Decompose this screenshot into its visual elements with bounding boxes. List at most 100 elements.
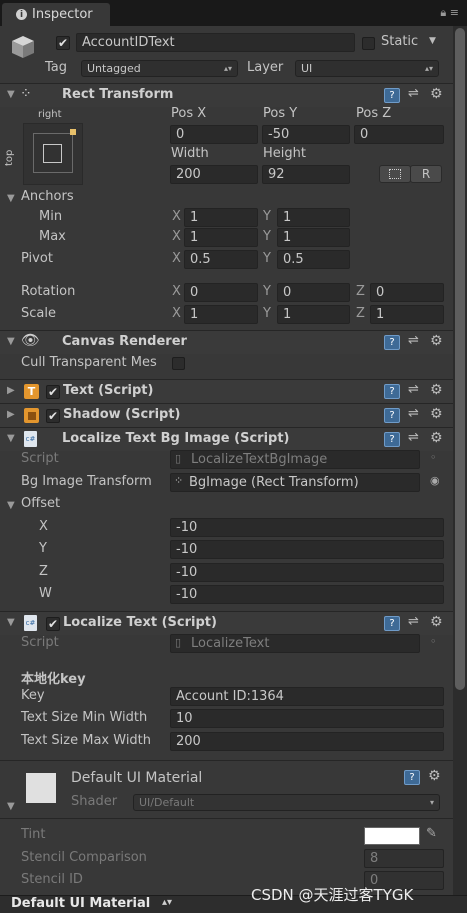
offset-w-label: W (39, 586, 52, 601)
tab-bar: i Inspector 🔒︎ ≡ (0, 0, 467, 26)
rotation-x-field[interactable]: 0 (184, 283, 258, 302)
material-body-separator (0, 818, 453, 819)
localize-text-title: Localize Text (Script) (63, 615, 217, 630)
anchor-min-y-field[interactable]: 1 (277, 208, 350, 227)
preset-icon[interactable]: ⇌ (408, 382, 419, 397)
tab-inspector[interactable]: i Inspector (2, 3, 110, 26)
help-icon[interactable]: ? (384, 335, 400, 350)
key-field[interactable]: Account ID:1364 (170, 687, 444, 706)
object-picker-icon[interactable]: ◦ (430, 635, 437, 648)
scrollbar-thumb[interactable] (455, 28, 465, 690)
localize-bg-title: Localize Text Bg Image (Script) (62, 431, 290, 446)
gear-icon[interactable]: ⚙ (428, 768, 441, 784)
pivot-y-field[interactable]: 0.5 (277, 250, 350, 269)
layer-dropdown[interactable]: UI ▴▾ (295, 60, 439, 77)
raw-edit-button[interactable]: R (410, 165, 442, 183)
offset-fold-icon[interactable]: ▼ (7, 500, 15, 511)
gear-icon[interactable]: ⚙ (430, 430, 443, 446)
scale-z-field[interactable]: 1 (370, 305, 444, 324)
menu-icon[interactable]: ≡ (450, 6, 459, 19)
axis-x-label: X (172, 209, 181, 224)
anchor-max-y-field[interactable]: 1 (277, 228, 350, 247)
gear-icon[interactable]: ⚙ (430, 382, 443, 398)
width-field[interactable]: 200 (170, 165, 258, 184)
preview-dropdown-icon[interactable]: ▴▾ (162, 897, 172, 908)
static-checkbox[interactable] (362, 37, 375, 50)
blueprint-mode-button[interactable] (379, 165, 411, 183)
scale-y-field[interactable]: 1 (277, 305, 350, 324)
text-component-icon: T (24, 384, 39, 399)
fold-arrow-icon[interactable]: ▶ (7, 385, 15, 396)
anchor-max-x-field[interactable]: 1 (184, 228, 258, 247)
preset-icon[interactable]: ⇌ (408, 86, 419, 101)
name-field[interactable]: AccountIDText (76, 33, 355, 52)
help-icon[interactable]: ? (404, 770, 420, 785)
help-icon[interactable]: ? (384, 616, 400, 631)
anchor-preset-button[interactable] (23, 123, 83, 185)
gear-icon[interactable]: ⚙ (430, 333, 443, 349)
offset-x-field[interactable]: -10 (170, 518, 444, 537)
offset-w-field[interactable]: -10 (170, 585, 444, 604)
fold-arrow-icon[interactable]: ▶ (7, 409, 15, 420)
shadow-enabled-checkbox[interactable]: ✔ (46, 409, 60, 423)
text-size-max-field[interactable]: 200 (170, 732, 444, 751)
height-field[interactable]: 92 (262, 165, 350, 184)
help-icon[interactable]: ? (384, 384, 400, 399)
help-icon[interactable]: ? (384, 88, 400, 103)
key-label: Key (21, 688, 45, 703)
fold-arrow-icon[interactable]: ▼ (7, 433, 15, 444)
pos-z-field[interactable]: 0 (354, 125, 444, 144)
pos-y-field[interactable]: -50 (262, 125, 350, 144)
help-icon[interactable]: ? (384, 432, 400, 447)
cull-transparent-checkbox[interactable] (172, 357, 185, 370)
material-fold-icon[interactable]: ▼ (7, 801, 15, 812)
gear-icon[interactable]: ⚙ (430, 406, 443, 422)
fold-arrow-icon[interactable]: ▼ (7, 336, 15, 347)
rotation-z-field[interactable]: 0 (370, 283, 444, 302)
text-size-min-field[interactable]: 10 (170, 709, 444, 728)
info-icon: i (16, 9, 27, 20)
rotation-label: Rotation (21, 284, 76, 299)
pivot-x-field[interactable]: 0.5 (184, 250, 258, 269)
scale-x-field[interactable]: 1 (184, 305, 258, 324)
localize-text-enabled-checkbox[interactable]: ✔ (46, 617, 60, 631)
axis-z-label: Z (356, 284, 365, 299)
material-preview (26, 773, 56, 803)
pos-x-field[interactable]: 0 (170, 125, 258, 144)
fold-arrow-icon[interactable]: ▼ (7, 617, 15, 628)
localize-text-header[interactable]: ▼ c# ✔ Localize Text (Script) ? ⇌ ⚙ (0, 611, 453, 635)
axis-x-label: X (172, 306, 181, 321)
help-icon[interactable]: ? (384, 408, 400, 423)
anchor-h-label: right (38, 109, 62, 120)
preset-icon[interactable]: ⇌ (408, 333, 419, 348)
static-dropdown-arrow-icon[interactable]: ▼ (429, 36, 436, 46)
object-picker-icon[interactable]: ◉ (430, 474, 440, 487)
axis-y-label: Y (263, 209, 271, 224)
preset-icon[interactable]: ⇌ (408, 614, 419, 629)
bg-image-transform-field[interactable]: BgImage (Rect Transform) (170, 473, 420, 492)
gear-icon[interactable]: ⚙ (430, 86, 443, 102)
shadow-script-header[interactable]: ▶ ✔ Shadow (Script) ? ⇌ ⚙ (0, 403, 453, 427)
offset-y-field[interactable]: -10 (170, 540, 444, 559)
fold-arrow-icon[interactable]: ▼ (7, 89, 15, 100)
anchor-min-x-field[interactable]: 1 (184, 208, 258, 227)
active-checkbox[interactable]: ✔ (56, 36, 70, 50)
rotation-y-field[interactable]: 0 (277, 283, 350, 302)
tag-dropdown[interactable]: Untagged ▴▾ (81, 60, 238, 77)
script-field: LocalizeTextBgImage (170, 450, 420, 469)
canvas-renderer-header[interactable]: ▼ 👁︎ Canvas Renderer ? ⇌ ⚙ (0, 330, 453, 354)
tab-options[interactable]: 🔒︎ ≡ (440, 6, 459, 20)
canvas-renderer-title: Canvas Renderer (62, 334, 187, 349)
lock-icon[interactable]: 🔒︎ (440, 6, 446, 19)
pivot-label: Pivot (21, 251, 53, 266)
text-enabled-checkbox[interactable]: ✔ (46, 385, 60, 399)
text-script-header[interactable]: ▶ T ✔ Text (Script) ? ⇌ ⚙ (0, 379, 453, 403)
preset-icon[interactable]: ⇌ (408, 430, 419, 445)
offset-z-field[interactable]: -10 (170, 563, 444, 582)
rect-transform-header[interactable]: ▼ ⁘ Rect Transform ? ⇌ ⚙ (0, 83, 453, 107)
gear-icon[interactable]: ⚙ (430, 614, 443, 630)
preset-icon[interactable]: ⇌ (408, 406, 419, 421)
localize-bg-header[interactable]: ▼ c# Localize Text Bg Image (Script) ? ⇌… (0, 427, 453, 451)
anchors-fold-icon[interactable]: ▼ (7, 193, 15, 204)
object-picker-icon[interactable]: ◦ (430, 451, 437, 464)
